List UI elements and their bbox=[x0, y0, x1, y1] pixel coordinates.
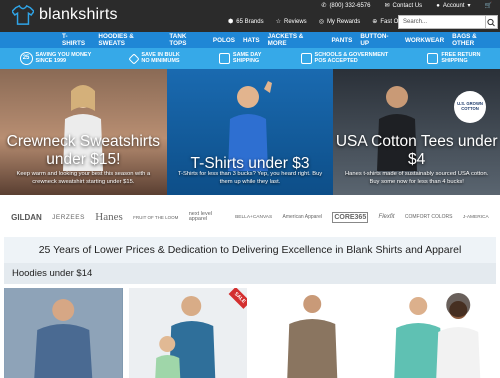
nav-item-hoodies[interactable]: HOODIES & SWEATS bbox=[98, 33, 161, 47]
tag-icon: ⬢ bbox=[228, 19, 234, 25]
product-image bbox=[253, 288, 372, 378]
brand-comfort-colors[interactable]: COMFORT COLORS bbox=[405, 214, 453, 220]
banner-subtitle: Keep warm and looking your best this sea… bbox=[16, 171, 151, 185]
rewards-icon: ◎ bbox=[318, 19, 324, 25]
banner-tshirts[interactable]: T-Shirts under $3 T-Shirts for less than… bbox=[166, 69, 334, 195]
banner-subtitle: Hanes t-shirts made of sustainably sourc… bbox=[344, 171, 489, 185]
nav-item-jackets[interactable]: JACKETS & MORE bbox=[268, 33, 324, 47]
brand-next-level[interactable]: next level apparel bbox=[189, 211, 225, 223]
phone-icon: ✆ bbox=[321, 3, 327, 9]
badge-icon: 25 bbox=[19, 52, 33, 65]
cart-button[interactable]: 🛒 bbox=[485, 2, 492, 9]
product-image bbox=[128, 288, 247, 378]
usa-cotton-badge: U.S. GROWN COTTON bbox=[454, 91, 487, 123]
banner-crewneck[interactable]: Crewneck Sweatshirts under $15! Keep war… bbox=[0, 69, 167, 195]
product-grid: SALE bbox=[4, 288, 496, 378]
brand-bella-canvas[interactable]: BELLA+CANVAS bbox=[235, 215, 272, 220]
banner-subtitle: T-Shirts for less than 3 bucks? Yep, you… bbox=[177, 171, 323, 185]
perk-schools: Schools & government POs accepted bbox=[300, 52, 388, 65]
brand-jerzees[interactable]: JERZEES bbox=[52, 214, 85, 221]
building-icon bbox=[300, 53, 312, 64]
plus-icon: ⊕ bbox=[372, 19, 378, 25]
page-headline: 25 Years of Lower Prices & Dedication to… bbox=[4, 237, 496, 263]
contact-link[interactable]: ✉ Contact Us bbox=[384, 2, 422, 10]
brand-american-apparel[interactable]: American Apparel bbox=[283, 214, 322, 220]
perk-since-1999: 25 Saving you money since 1999 bbox=[19, 52, 91, 65]
perks-bar: 25 Saving you money since 1999 Save in bu… bbox=[0, 48, 500, 69]
search-icon bbox=[487, 18, 495, 27]
top-bar: blankshirts ✆ (800) 332-6576 ✉ Contact Us … bbox=[0, 0, 500, 32]
brand-hanes[interactable]: Hanes bbox=[95, 211, 123, 223]
perk-bulk: Save in bulk no minimums bbox=[128, 52, 180, 65]
nav-item-workwear[interactable]: WORKWEAR bbox=[405, 37, 444, 44]
star-icon: ☆ bbox=[275, 19, 281, 25]
banner-title: Crewneck Sweatshirts under $15! bbox=[6, 133, 160, 168]
reviews-link[interactable]: ☆ Reviews bbox=[275, 18, 307, 26]
brand-flexfit[interactable]: Flexfit bbox=[379, 214, 395, 220]
brand-j-america[interactable]: J-AMERICA bbox=[463, 215, 489, 220]
brand-fruit[interactable]: FRUIT OF THE LOOM bbox=[133, 215, 178, 220]
rewards-link[interactable]: ◎ My Rewards bbox=[318, 18, 361, 26]
brand-logos: GILDAN JERZEES Hanes FRUIT OF THE LOOM n… bbox=[0, 200, 500, 234]
perk-returns: Free return shipping bbox=[427, 52, 480, 65]
nav-item-t-shirts[interactable]: T-SHIRTS bbox=[62, 33, 90, 47]
diamond-icon bbox=[128, 52, 141, 65]
perk-same-day: Same day shipping bbox=[218, 52, 261, 65]
product-card[interactable] bbox=[4, 288, 123, 378]
return-icon bbox=[427, 53, 439, 64]
cart-icon: 🛒 bbox=[484, 3, 492, 9]
search-input[interactable]: Search... bbox=[398, 15, 486, 29]
chevron-down-icon: ▾ bbox=[467, 3, 471, 9]
nav-item-polos[interactable]: POLOS bbox=[213, 37, 235, 44]
section-title: Hoodies under $14 bbox=[4, 263, 496, 284]
logo[interactable]: blankshirts bbox=[12, 4, 118, 26]
brand-core365[interactable]: CORE365 bbox=[332, 211, 369, 223]
product-image bbox=[377, 288, 496, 378]
nav-item-pants[interactable]: PANTS bbox=[331, 37, 352, 44]
product-image bbox=[4, 288, 123, 378]
nav-item-tank-tops[interactable]: TANK TOPS bbox=[169, 33, 204, 47]
brand-gildan[interactable]: GILDAN bbox=[11, 213, 42, 222]
nav-item-hats[interactable]: HATS bbox=[243, 37, 260, 44]
product-card[interactable] bbox=[253, 288, 372, 378]
user-icon: ● bbox=[436, 2, 440, 9]
main-nav: T-SHIRTS HOODIES & SWEATS TANK TOPS POLO… bbox=[0, 32, 500, 48]
nav-item-button-up[interactable]: BUTTON-UP bbox=[360, 33, 397, 47]
nav-item-bags[interactable]: BAGS & OTHER bbox=[452, 33, 500, 47]
promo-banners: Crewneck Sweatshirts under $15! Keep war… bbox=[0, 69, 500, 195]
banner-title: USA Cotton Tees under $4 bbox=[335, 133, 498, 168]
brand-name: blankshirts bbox=[39, 6, 118, 23]
chat-icon: ✉ bbox=[384, 3, 390, 9]
search-button[interactable] bbox=[486, 15, 498, 29]
truck-icon bbox=[218, 53, 230, 64]
brands-link[interactable]: ⬢ 65 Brands bbox=[228, 18, 264, 26]
banner-usa-cotton[interactable]: U.S. GROWN COTTON USA Cotton Tees under … bbox=[333, 69, 500, 195]
product-card[interactable] bbox=[377, 288, 496, 378]
product-card[interactable]: SALE bbox=[128, 288, 247, 378]
phone-link[interactable]: ✆ (800) 332-6576 bbox=[321, 2, 370, 10]
account-menu[interactable]: ● Account ▾ bbox=[436, 2, 471, 10]
shirt-logo-icon bbox=[12, 5, 34, 25]
